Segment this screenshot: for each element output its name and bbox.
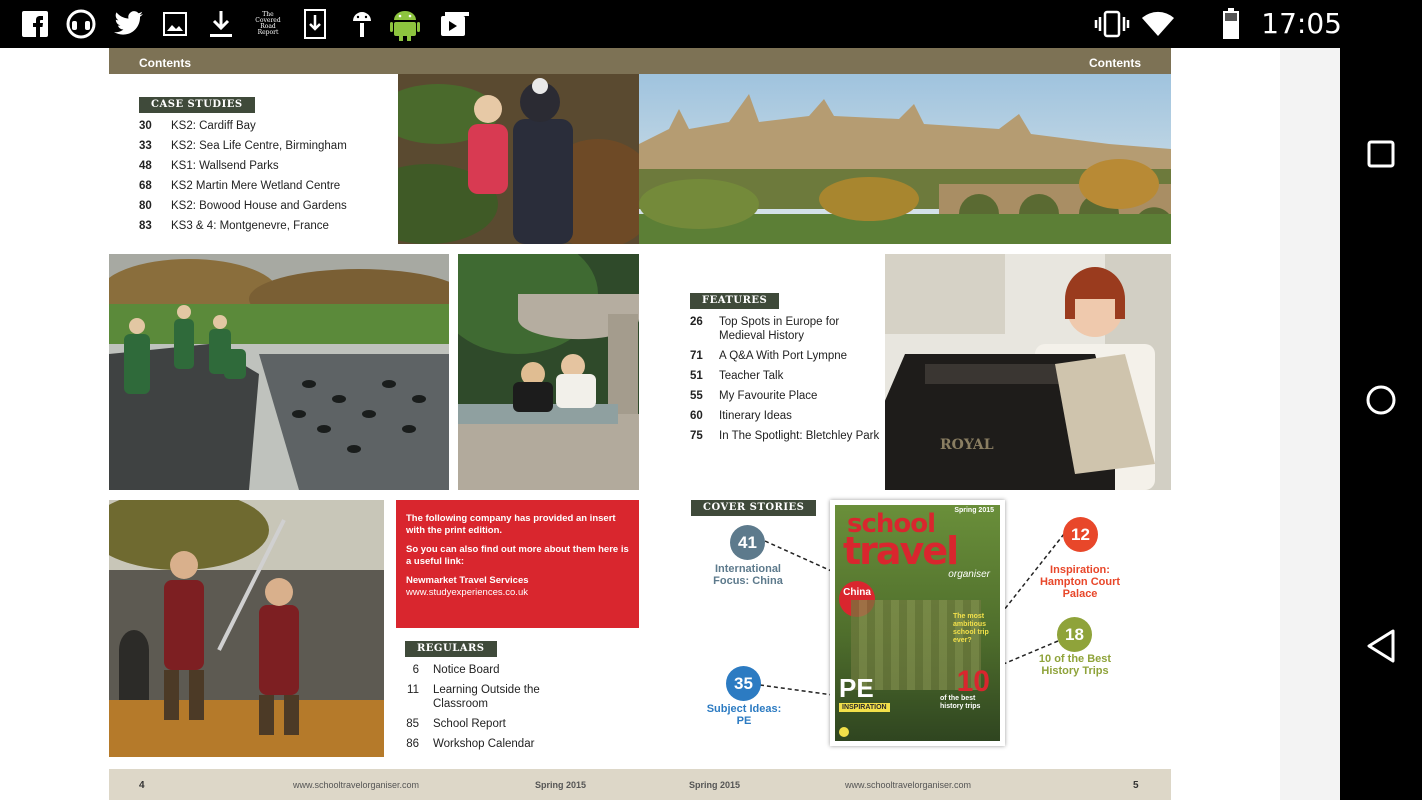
cover-story-35-badge[interactable]: 35 xyxy=(726,666,761,701)
page-footer: 4 www.schooltravelorganiser.com Spring 2… xyxy=(109,769,1171,800)
cover-story-35-label[interactable]: Subject Ideas: PE xyxy=(706,703,782,727)
media-share-icon xyxy=(440,8,470,40)
wifi-icon xyxy=(1140,8,1176,40)
status-bar: The Covered Road Report 17:05 xyxy=(0,0,1422,48)
facebook-icon xyxy=(20,8,50,40)
cover-brand-mid: travel xyxy=(843,529,959,573)
battery-icon xyxy=(1220,8,1242,40)
home-icon[interactable] xyxy=(1361,380,1401,420)
cover-story-18-badge[interactable]: 18 xyxy=(1057,617,1092,652)
headset-icon xyxy=(66,8,96,40)
footer-issue-right: Spring 2015 xyxy=(689,780,741,790)
recent-apps-icon[interactable] xyxy=(1361,134,1401,174)
footer-url-right: www.schooltravelorganiser.com xyxy=(845,780,972,790)
android-icon xyxy=(388,8,422,41)
cover-season: Spring 2015 xyxy=(954,507,994,514)
magazine-cover[interactable]: Spring 2015 school travel organiser Chin… xyxy=(830,500,1005,746)
cover-ambitious-text: The most ambitious school trip ever? xyxy=(953,613,989,644)
cover-story-41-badge[interactable]: 41 xyxy=(730,525,765,560)
footer-url-left: www.schooltravelorganiser.com xyxy=(293,780,420,790)
navigation-bar xyxy=(1340,48,1422,800)
covered-road-report-icon: The Covered Road Report xyxy=(255,11,281,36)
android-debug-icon xyxy=(348,8,376,40)
cover-pe-text: PE xyxy=(839,673,874,703)
cover-story-12-label[interactable]: Inspiration: Hampton Court Palace xyxy=(1030,564,1130,600)
cover-pe-sub: INSPIRATION xyxy=(839,703,890,712)
cover-ten-text: 10 xyxy=(956,665,990,698)
page-number-left: 4 xyxy=(139,780,145,791)
cover-brand-bottom: organiser xyxy=(948,569,990,580)
download-box-icon xyxy=(302,8,328,40)
back-icon[interactable] xyxy=(1361,626,1401,666)
twitter-icon xyxy=(114,8,144,40)
cover-connector-lines xyxy=(759,533,1065,702)
cover-story-12-badge[interactable]: 12 xyxy=(1063,517,1098,552)
cover-story-18-label[interactable]: 10 of the Best History Trips xyxy=(1030,653,1120,677)
cover-image: Spring 2015 school travel organiser Chin… xyxy=(835,505,1000,741)
cover-story-41-label[interactable]: International Focus: China xyxy=(700,563,796,587)
cover-ten-sub: of the best history trips xyxy=(940,695,981,710)
page-number-right: 5 xyxy=(1133,780,1139,791)
image-icon xyxy=(162,8,188,40)
footer-issue-left: Spring 2015 xyxy=(535,780,587,790)
vibrate-icon xyxy=(1094,8,1130,40)
cover-corner-badge xyxy=(839,727,849,737)
status-time: 17:05 xyxy=(1261,7,1342,40)
download-icon xyxy=(208,8,234,40)
magazine-spread[interactable]: Contents Contents CASE STUDIES 30 KS2: Ca… xyxy=(0,48,1340,800)
